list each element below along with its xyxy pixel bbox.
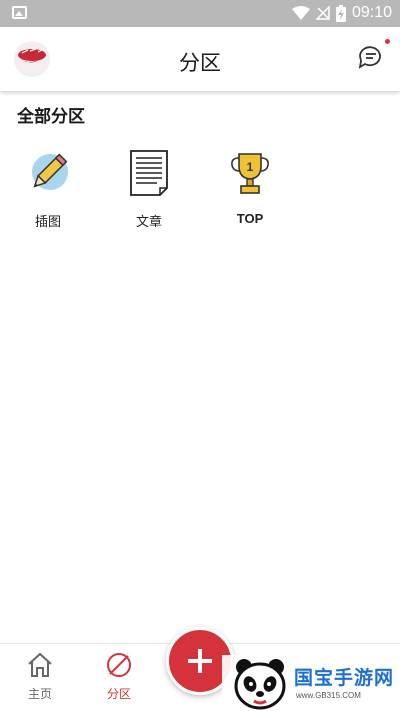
clock: 09:10 [351,4,392,21]
watermark: 国宝手游网 www.GB315.COM [222,655,400,711]
message-icon[interactable] [356,42,386,72]
watermark-url: www.GB315.COM [296,691,361,700]
leaf-icon [107,653,131,677]
pencil-icon [32,153,68,190]
nav-categories-label: 分区 [106,687,131,701]
app-header: 分区 [0,27,400,91]
category-label: TOP [236,211,264,226]
home-icon [28,652,52,677]
panda-logo-icon [234,659,286,710]
trophy-icon: 1 [231,153,269,194]
nav-categories[interactable]: 分区 [89,652,149,702]
watermark-text: 国宝手游网 [294,667,395,689]
category-illustration[interactable]: 插图 [13,150,83,230]
battery-charging-icon [335,4,346,22]
category-label: 文章 [135,215,162,230]
gallery-notification-icon [12,6,27,19]
notification-dot [385,39,390,44]
document-icon [130,150,168,196]
wifi-icon [291,6,310,20]
nav-home-label: 主页 [27,687,52,701]
trophy-rank: 1 [247,160,254,174]
status-icons: 09:10 [291,3,392,23]
no-signal-icon [315,6,330,20]
category-top[interactable]: 1 TOP [215,150,285,226]
page-title: 分区 [179,51,221,75]
section-title: 全部分区 [17,107,85,127]
category-label: 插图 [34,215,61,230]
category-article[interactable]: 文章 [114,150,184,230]
nav-home[interactable]: 主页 [10,652,70,702]
status-bar: 09:10 [0,0,400,27]
